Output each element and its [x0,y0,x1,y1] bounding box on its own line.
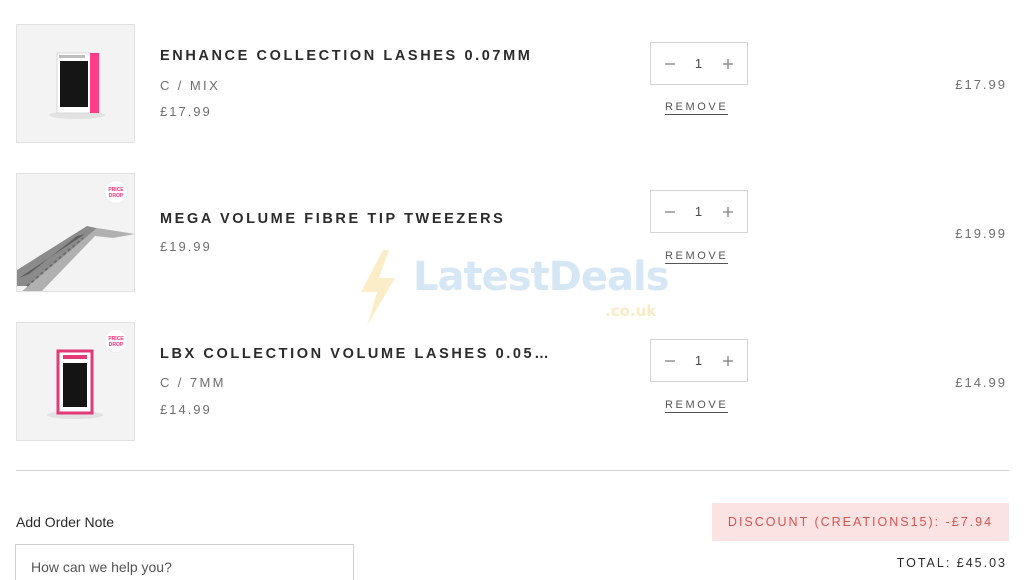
line-total: £19.99 [955,226,1007,241]
product-price: £14.99 [160,402,212,417]
line-total: £17.99 [955,77,1007,92]
plus-icon[interactable] [719,352,737,370]
minus-icon[interactable] [661,55,679,73]
cart-item: PRICE DROP LBX COLLECTION VOLUME LASHES 0… [0,322,1024,442]
cart-item: PRICE DROP MEGA VOLUME FIBRE TIP TWEEZERS… [0,173,1024,293]
order-note-input[interactable]: How can we help you? [15,544,354,580]
price-drop-icon: PRICEDROP [108,187,124,199]
order-total: TOTAL: £45.03 [896,556,1007,570]
product-title[interactable]: LBX COLLECTION VOLUME LASHES 0.05… [160,346,551,362]
plus-icon[interactable] [719,55,737,73]
product-image[interactable]: PRICE DROP [16,322,135,441]
product-variant: C / MIX [160,78,221,93]
product-price: £17.99 [160,104,212,119]
quantity-stepper: 1 [650,339,748,382]
quantity-value[interactable]: 1 [695,56,703,71]
order-note-label: Add Order Note [16,514,115,530]
discount-badge: DISCOUNT (CREATIONS15): -£7.94 [712,503,1009,541]
price-drop-badge: PRICE DROP [104,329,128,353]
watermark-subtext: .co.uk [605,302,657,320]
price-drop-icon: PRICEDROP [108,336,124,348]
cart-item: ENHANCE COLLECTION LASHES 0.07MM C / MIX… [0,24,1024,144]
quantity-value[interactable]: 1 [695,204,703,219]
remove-link[interactable]: REMOVE [665,399,729,413]
product-price: £19.99 [160,239,212,254]
svg-text:DROP: DROP [109,342,124,348]
lash-tray-pink-icon [17,25,134,142]
product-image[interactable] [16,24,135,143]
divider [16,470,1009,471]
remove-link[interactable]: REMOVE [665,250,729,264]
quantity-value[interactable]: 1 [695,353,703,368]
line-total: £14.99 [955,375,1007,390]
quantity-stepper: 1 [650,42,748,85]
plus-icon[interactable] [719,203,737,221]
remove-link[interactable]: REMOVE [665,101,729,115]
product-title[interactable]: ENHANCE COLLECTION LASHES 0.07MM [160,48,532,64]
svg-text:DROP: DROP [109,193,124,199]
price-drop-badge: PRICE DROP [104,180,128,204]
product-variant: C / 7MM [160,375,226,390]
product-image[interactable]: PRICE DROP [16,173,135,292]
quantity-stepper: 1 [650,190,748,233]
product-title[interactable]: MEGA VOLUME FIBRE TIP TWEEZERS [160,211,505,227]
minus-icon[interactable] [661,203,679,221]
minus-icon[interactable] [661,352,679,370]
